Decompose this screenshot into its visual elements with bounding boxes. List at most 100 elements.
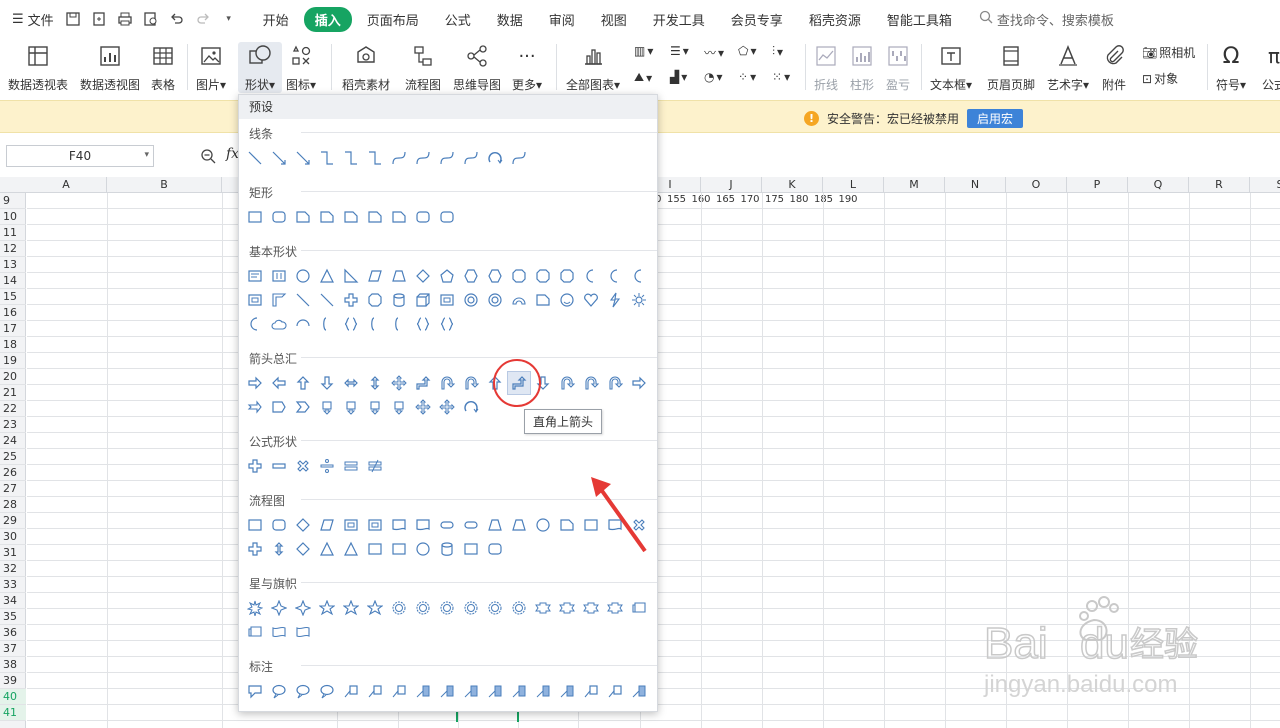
linecallout-shape-icon[interactable] — [364, 680, 386, 702]
lrarrow-shape-icon[interactable] — [340, 372, 362, 394]
diamond-shape-icon[interactable] — [292, 538, 314, 560]
uturn-shape-icon[interactable] — [604, 372, 626, 394]
row-header-14[interactable]: 14 — [0, 273, 26, 289]
row-header-10[interactable]: 10 — [0, 209, 26, 225]
elbow-shape-icon[interactable] — [340, 147, 362, 169]
barcallout-shape-icon[interactable] — [460, 680, 482, 702]
tab-insert[interactable]: 插入 — [303, 6, 352, 32]
chart-combo-button[interactable]: ▟ ▾ — [670, 70, 687, 84]
hex-shape-icon[interactable] — [484, 265, 506, 287]
column-header-n[interactable]: N — [945, 177, 1006, 193]
line-shape-icon[interactable] — [292, 289, 314, 311]
can-shape-icon[interactable] — [436, 538, 458, 560]
pivot-chart-button[interactable]: 数据透视图 — [80, 42, 140, 93]
flowchart-button[interactable]: 流程图 — [405, 42, 441, 93]
chart-bar-button[interactable]: ☰ ▾ — [670, 44, 689, 58]
explosion-shape-icon[interactable] — [244, 597, 266, 619]
donut-shape-icon[interactable] — [460, 289, 482, 311]
row-header-18[interactable]: 18 — [0, 337, 26, 353]
ribbon-shape-icon[interactable] — [556, 597, 578, 619]
row-header-28[interactable]: 28 — [0, 497, 26, 513]
tab-data[interactable]: 数据 — [486, 7, 534, 32]
tab-developer[interactable]: 开发工具 — [642, 7, 716, 32]
column-header-o[interactable]: O — [1006, 177, 1067, 193]
attachment-button[interactable]: 附件 — [1102, 42, 1126, 93]
elbow-shape-icon[interactable] — [364, 147, 386, 169]
tri-shape-icon[interactable] — [316, 538, 338, 560]
diamond-shape-icon[interactable] — [412, 265, 434, 287]
name-box[interactable]: F40 ▾ — [6, 145, 154, 167]
symbol-button[interactable]: Ω 符号▾ — [1216, 42, 1246, 93]
row-header-36[interactable]: 36 — [0, 625, 26, 641]
column-header-k[interactable]: K — [762, 177, 823, 193]
mult-shape-icon[interactable] — [292, 455, 314, 477]
row-header-35[interactable]: 35 — [0, 609, 26, 625]
all-charts-button[interactable]: 全部图表▾ — [566, 42, 620, 93]
barcallout-shape-icon[interactable] — [508, 680, 530, 702]
calloutarrow-shape-icon[interactable] — [388, 396, 410, 418]
row-header-17[interactable]: 17 — [0, 321, 26, 337]
snip-shape-icon[interactable] — [388, 206, 410, 228]
rarrow-shape-icon[interactable] — [628, 372, 650, 394]
column-header-r[interactable]: R — [1189, 177, 1250, 193]
column-header-m[interactable]: M — [884, 177, 945, 193]
trap-shape-icon[interactable] — [484, 514, 506, 536]
wave-shape-icon[interactable] — [292, 621, 314, 643]
snip-shape-icon[interactable] — [340, 206, 362, 228]
row-header-15[interactable]: 15 — [0, 289, 26, 305]
rrect-shape-icon[interactable] — [268, 206, 290, 228]
header-footer-button[interactable]: 页眉页脚 — [987, 42, 1035, 93]
snip-shape-icon[interactable] — [292, 206, 314, 228]
curve-shape-icon[interactable] — [412, 147, 434, 169]
calloutarrow-shape-icon[interactable] — [364, 396, 386, 418]
row-header-12[interactable]: 12 — [0, 241, 26, 257]
cube-shape-icon[interactable] — [412, 289, 434, 311]
para-shape-icon[interactable] — [364, 265, 386, 287]
plus-shape-icon[interactable] — [244, 455, 266, 477]
hex-shape-icon[interactable] — [460, 265, 482, 287]
chart-line-button[interactable]: 〰 ▾ — [704, 44, 724, 61]
barcallout-shape-icon[interactable] — [484, 680, 506, 702]
row-header-9[interactable]: 9 — [0, 193, 26, 209]
oct-shape-icon[interactable] — [556, 265, 578, 287]
seal-shape-icon[interactable] — [436, 597, 458, 619]
bentup-shape-icon[interactable] — [412, 372, 434, 394]
chart-area-button[interactable]: ⛰ ▾ — [634, 70, 652, 85]
darrow-shape-icon[interactable] — [316, 372, 338, 394]
chart-stock-button[interactable]: ⫶ ▾ — [772, 44, 783, 59]
rect-shape-icon[interactable] — [244, 206, 266, 228]
seal-shape-icon[interactable] — [460, 597, 482, 619]
tab-smart-toolbox[interactable]: 智能工具箱 — [876, 7, 963, 32]
shape-button[interactable]: 形状▾ — [238, 42, 282, 93]
row-header-23[interactable]: 23 — [0, 417, 26, 433]
rtri-shape-icon[interactable] — [340, 265, 362, 287]
column-header-b[interactable]: B — [107, 177, 222, 193]
icon-button[interactable]: 图标▾ — [286, 42, 316, 93]
quad-shape-icon[interactable] — [436, 396, 458, 418]
barcallout-shape-icon[interactable] — [628, 680, 650, 702]
circle-shape-icon[interactable] — [532, 514, 554, 536]
row-header-41[interactable]: 41 — [0, 705, 26, 721]
chart-pie-button[interactable]: ◔ ▾ — [704, 70, 723, 84]
quad-shape-icon[interactable] — [412, 396, 434, 418]
circle-shape-icon[interactable] — [412, 538, 434, 560]
smile-shape-icon[interactable] — [556, 289, 578, 311]
row-header-31[interactable]: 31 — [0, 545, 26, 561]
pent-shape-icon[interactable] — [436, 265, 458, 287]
row-header-32[interactable]: 32 — [0, 561, 26, 577]
oct-shape-icon[interactable] — [364, 289, 386, 311]
sparkline-line-button[interactable]: 折线 — [814, 42, 838, 93]
curve-shape-icon[interactable] — [460, 147, 482, 169]
ribbon-shape-icon[interactable] — [532, 597, 554, 619]
vtext-shape-icon[interactable] — [268, 265, 290, 287]
barcallout-shape-icon[interactable] — [556, 680, 578, 702]
circle-shape-icon[interactable] — [292, 265, 314, 287]
row-header-27[interactable]: 27 — [0, 481, 26, 497]
wave-shape-icon[interactable] — [268, 621, 290, 643]
uturn-shape-icon[interactable] — [436, 372, 458, 394]
frame-shape-icon[interactable] — [364, 514, 386, 536]
barcallout-shape-icon[interactable] — [436, 680, 458, 702]
rrect-shape-icon[interactable] — [412, 206, 434, 228]
ocallout-shape-icon[interactable] — [268, 680, 290, 702]
snip-shape-icon[interactable] — [364, 206, 386, 228]
